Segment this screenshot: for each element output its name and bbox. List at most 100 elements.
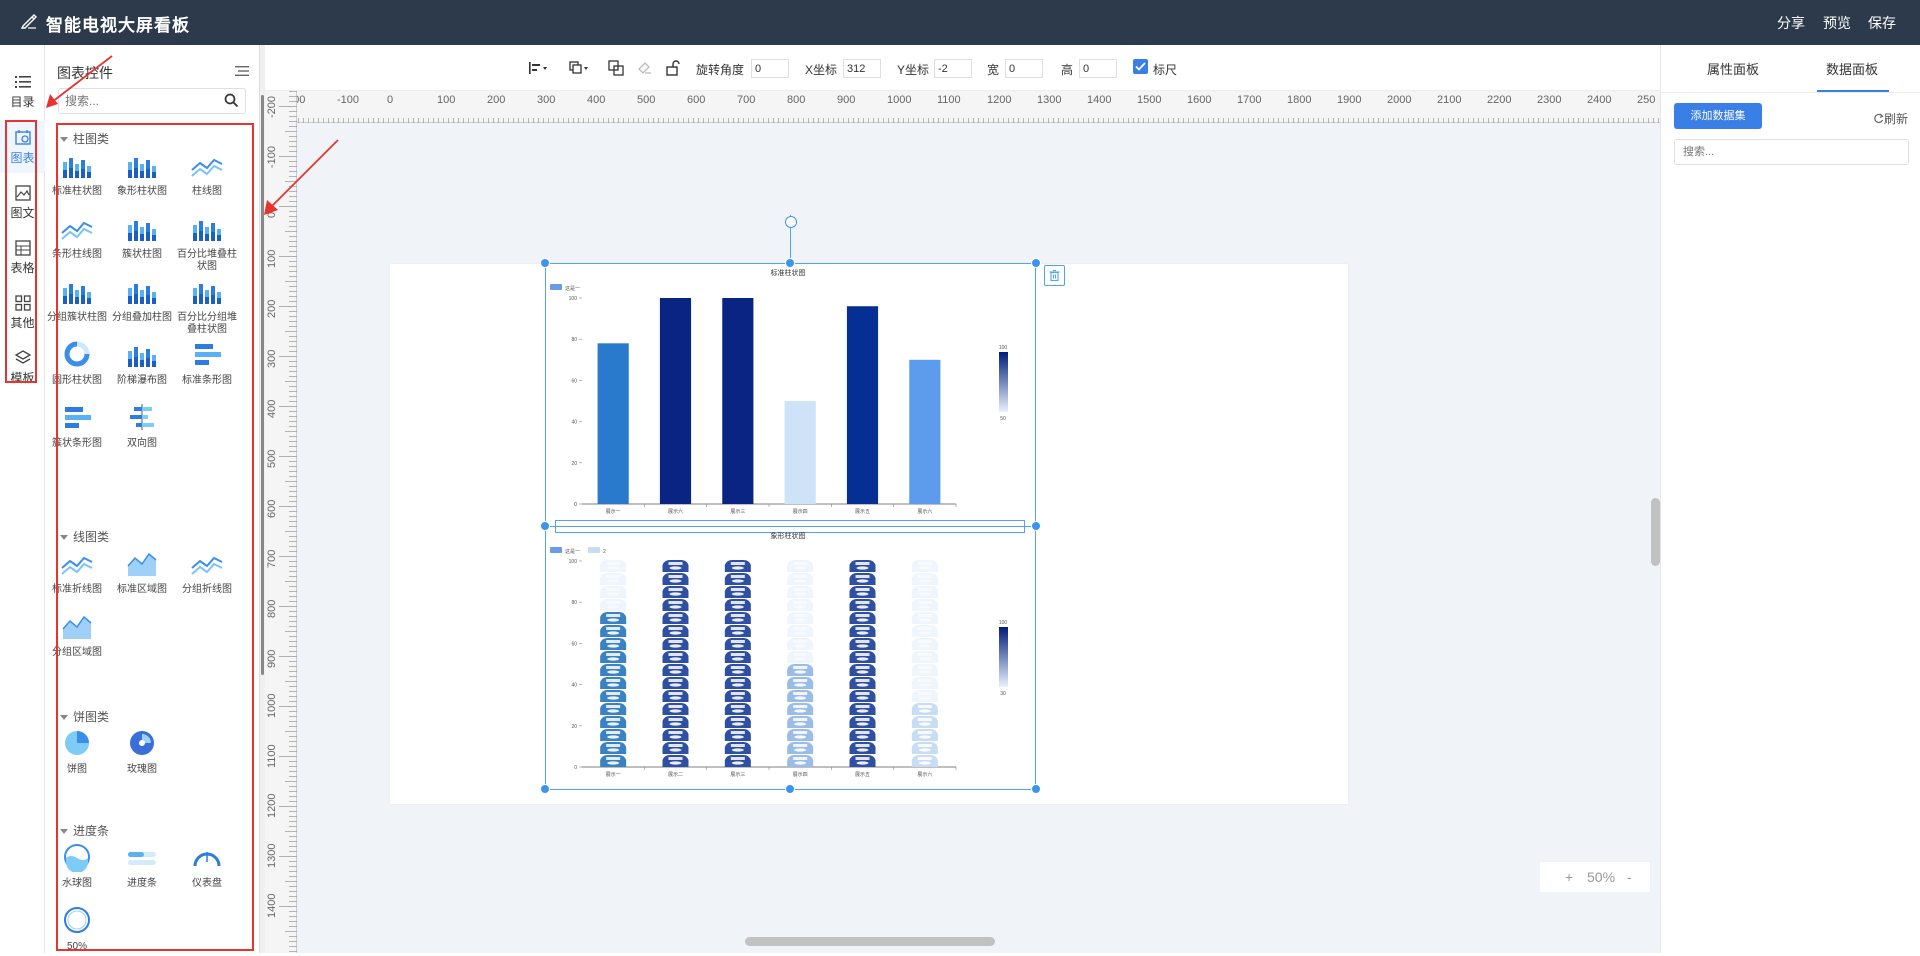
visual-map-bar[interactable] <box>999 352 1008 412</box>
car-symbol <box>787 716 814 728</box>
refresh-icon <box>1874 113 1884 124</box>
zoom-in-button[interactable]: + <box>1565 869 1573 885</box>
ruler-tick-label: 0 <box>387 94 393 106</box>
tab-properties[interactable]: 属性面板 <box>1707 59 1759 78</box>
width-input[interactable] <box>1005 59 1043 78</box>
legend-swatch[interactable] <box>550 547 562 553</box>
car-symbol <box>911 625 938 637</box>
car-symbol <box>724 677 751 689</box>
refresh-label: 刷新 <box>1884 112 1909 126</box>
resize-handle-sw[interactable] <box>540 784 550 794</box>
ruler-tick-label: 900 <box>837 94 855 106</box>
layer-icon[interactable] <box>568 59 588 77</box>
preview-button[interactable]: 预览 <box>1823 13 1851 33</box>
save-button[interactable]: 保存 <box>1868 13 1896 33</box>
height-input[interactable] <box>1079 59 1117 78</box>
resize-handle-e[interactable] <box>1031 521 1041 531</box>
zoom-out-button[interactable]: - <box>1627 869 1632 885</box>
car-symbol <box>849 703 876 715</box>
x-input[interactable] <box>843 59 881 78</box>
chart-standard-bar[interactable]: 标准柱状图 这是一 0 20 40 60 80 100 展示一 展示六 展示三 展示四 展示五 展示六 10… <box>546 264 1035 526</box>
resize-handle-w[interactable] <box>540 521 550 531</box>
car-symbol <box>787 586 814 598</box>
x-tick-label: 展示六 <box>917 771 932 778</box>
chart-title: 标准柱状图 <box>771 268 806 277</box>
vertical-scrollbar[interactable] <box>1651 498 1660 566</box>
legend-swatch[interactable] <box>550 284 562 290</box>
legend-label[interactable]: 2 <box>603 549 606 555</box>
pictorial-bar[interactable] <box>724 560 751 767</box>
search-icon[interactable] <box>224 93 239 111</box>
tab-data[interactable]: 数据面板 <box>1826 59 1878 78</box>
align-icon[interactable] <box>528 59 548 77</box>
legend-label[interactable]: 这是一 <box>565 285 580 292</box>
chart-bar[interactable] <box>597 343 629 504</box>
add-dataset-button[interactable]: 添加数据集 <box>1674 103 1762 129</box>
chart-pictorial-bar[interactable]: 象形柱状图 这是一 2 0 20 40 60 80 100 展示一 展示二 展示三 展示四 展示五 展示六 1… <box>546 527 1035 789</box>
sidebar-item-catalog[interactable]: 目录 <box>0 65 45 117</box>
refresh-button[interactable]: 刷新 <box>1873 110 1908 127</box>
dataset-search-input[interactable] <box>1683 144 1883 160</box>
car-symbol <box>911 560 938 572</box>
x-tick-label: 展示四 <box>793 509 808 515</box>
ruler-tick-label: 1100 <box>937 94 961 106</box>
highlight-box-widgets <box>56 123 254 951</box>
chart-bar[interactable] <box>909 359 941 504</box>
car-symbol <box>787 651 814 663</box>
resize-handle-s[interactable] <box>785 784 795 794</box>
legend-label[interactable]: 这是一 <box>565 548 580 555</box>
ruler-checkbox[interactable] <box>1133 59 1148 74</box>
resize-handle-ne[interactable] <box>1031 258 1041 268</box>
pictorial-bar[interactable] <box>600 560 627 767</box>
zoom-control: + 50% - <box>1540 862 1650 892</box>
y-tick-label: 0 <box>574 502 577 508</box>
car-symbol <box>849 755 876 767</box>
horizontal-scrollbar[interactable] <box>745 937 995 946</box>
chart-bar[interactable] <box>722 298 754 504</box>
ruler-tick-label: 500 <box>266 450 278 468</box>
ruler-tick-label: 300 <box>266 350 278 368</box>
pictorial-bar[interactable] <box>662 560 689 767</box>
chart-bar[interactable] <box>784 401 816 504</box>
ungroup-icon[interactable] <box>636 59 656 77</box>
sidebar-item-label: 目录 <box>10 95 35 109</box>
rotate-handle[interactable] <box>785 216 797 228</box>
car-symbol <box>662 612 689 624</box>
car-symbol <box>724 612 751 624</box>
resize-handle-n[interactable] <box>785 258 795 268</box>
ruler-tick-label: 1800 <box>1287 94 1311 106</box>
delete-button[interactable] <box>1044 265 1065 286</box>
pictorial-bar[interactable] <box>787 560 814 767</box>
car-symbol <box>849 690 876 702</box>
car-symbol <box>849 625 876 637</box>
collapse-menu-icon[interactable] <box>235 65 249 80</box>
chart-title: 象形柱状图 <box>771 531 806 540</box>
y-input[interactable] <box>934 59 972 78</box>
chart-bar[interactable] <box>846 306 879 504</box>
zoom-level: 50% <box>1587 869 1616 885</box>
car-symbol <box>787 625 814 637</box>
group-icon[interactable] <box>607 59 627 77</box>
car-symbol <box>662 625 689 637</box>
car-symbol <box>662 742 689 754</box>
ruler-tick-label: 1000 <box>266 694 278 718</box>
car-symbol <box>787 560 814 572</box>
pictorial-bar[interactable] <box>911 560 938 767</box>
width-label: 宽 <box>987 63 1000 77</box>
visual-map-bar[interactable] <box>999 627 1008 687</box>
ruler-tick-label: 1100 <box>266 744 278 768</box>
resize-handle-se[interactable] <box>1031 784 1041 794</box>
share-button[interactable]: 分享 <box>1777 13 1805 33</box>
unlock-icon[interactable] <box>664 59 684 77</box>
chart-bar[interactable] <box>659 298 692 504</box>
car-symbol <box>600 651 627 663</box>
resize-handle-nw[interactable] <box>540 258 550 268</box>
ruler-tick-label: 2400 <box>1587 94 1611 106</box>
pictorial-bar[interactable] <box>849 560 876 767</box>
rotate-input[interactable] <box>751 59 789 78</box>
legend-swatch[interactable] <box>588 547 600 553</box>
dataset-search-box <box>1674 139 1909 165</box>
car-symbol <box>662 651 689 663</box>
ruler-tick-label: 100 <box>437 94 455 106</box>
annotation-arrow-2 <box>264 139 339 215</box>
